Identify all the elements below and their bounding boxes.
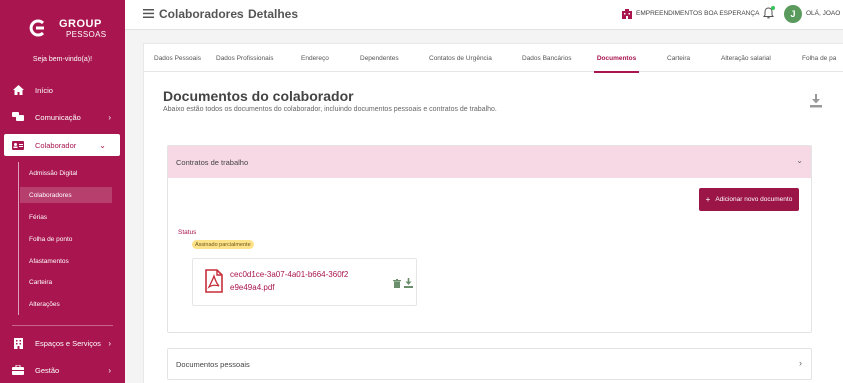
briefcase-icon (12, 364, 24, 376)
tab-documentos[interactable]: Documentos (594, 44, 639, 73)
tab-dados-bancarios[interactable]: Dados Bancários (522, 44, 572, 72)
company-building-icon (622, 9, 632, 19)
submenu-item-folha-ponto[interactable]: Folha de ponto (20, 231, 112, 247)
home-icon (12, 84, 24, 96)
notification-dot (771, 6, 775, 10)
sidebar-item-gestao[interactable]: Gestão › (0, 359, 125, 381)
download-icon[interactable] (404, 278, 413, 288)
page-title: Documentos do colaborador (163, 88, 354, 104)
breadcrumb-separator: › (236, 9, 240, 20)
submenu-item-carteira[interactable]: Carteira (20, 274, 112, 290)
tab-alteracao-salarial[interactable]: Alteração salarial (721, 44, 771, 72)
page-subtitle: Abaixo estão todos os documentos do cola… (163, 106, 497, 113)
submenu-item-colaboradores[interactable]: Colaboradores (20, 187, 112, 203)
tab-endereco[interactable]: Endereço (301, 44, 329, 72)
sidebar-item-inicio[interactable]: Início (0, 79, 125, 101)
accordion-contratos-header[interactable]: Contratos de trabalho ⌄ (168, 146, 811, 178)
sidebar-item-label: Comunicação (35, 112, 81, 122)
add-document-button[interactable]: + Adicionar novo documento (699, 188, 799, 211)
chevron-down-icon: ⌄ (99, 140, 106, 150)
submenu-item-ferias[interactable]: Férias (20, 209, 112, 225)
chevron-down-icon: ⌄ (796, 156, 803, 165)
accordion-title: Documentos pessoais (176, 360, 250, 369)
user-greeting[interactable]: OLÁ, JOAO (806, 10, 840, 17)
tab-dependentes[interactable]: Dependentes (360, 44, 399, 72)
topbar: Colaboradores › Detalhes EMPREENDIMENTOS… (125, 0, 843, 30)
submenu-item-alteracoes[interactable]: Alterações (20, 296, 112, 312)
logo[interactable]: GROUP PESSOAS (28, 16, 108, 44)
submenu-item-afastamentos[interactable]: Afastamentos (20, 253, 112, 269)
sidebar-item-colaborador[interactable]: Colaborador ⌄ (4, 134, 120, 156)
avatar[interactable]: J (784, 5, 802, 23)
accordion-title: Contratos de trabalho (176, 158, 249, 167)
sidebar-item-comunicacao[interactable]: Comunicação › (0, 106, 125, 128)
tab-carteira[interactable]: Carteira (667, 44, 690, 72)
content-card: Dados Pessoais Dados Profissionais Ender… (143, 43, 843, 383)
sidebar-item-label: Colaborador (35, 140, 77, 150)
file-card[interactable]: cec0d1ce-3a07-4a01-b664-360f2e9e49a4.pdf (192, 258, 417, 306)
breadcrumb-colaboradores[interactable]: Colaboradores (159, 7, 244, 21)
logo-group-text: GROUP (59, 18, 102, 30)
tab-contatos-urgencia[interactable]: Contatos de Urgência (429, 44, 492, 72)
hamburger-menu-icon[interactable] (143, 9, 154, 18)
plus-icon: + (705, 195, 711, 204)
logo-mark-icon (29, 19, 45, 37)
tab-folha-pagamento[interactable]: Folha de pa (802, 44, 836, 72)
sidebar-item-label: Início (35, 85, 53, 95)
accordion-pessoais[interactable]: Documentos pessoais › (167, 348, 812, 380)
company-selector[interactable]: EMPREENDIMENTOS BOA ESPERANÇA (636, 10, 759, 17)
chevron-right-icon: › (799, 358, 802, 368)
building-icon (12, 337, 24, 349)
tabs-bar: Dados Pessoais Dados Profissionais Ender… (144, 44, 843, 73)
submenu-line (18, 162, 19, 315)
sidebar-item-label: Gestão (35, 365, 60, 375)
breadcrumb-detalhes: Detalhes (248, 7, 299, 21)
chevron-right-icon: › (108, 365, 111, 375)
file-name-link[interactable]: cec0d1ce-3a07-4a01-b664-360f2e9e49a4.pdf (230, 268, 350, 294)
sidebar-item-label: Espaços e Serviços (35, 338, 101, 348)
sidebar: GROUP PESSOAS Seja bem-vindo(a)! Início … (0, 0, 125, 383)
pdf-file-icon (205, 269, 223, 293)
accordion-contratos: Contratos de trabalho ⌄ + Adicionar novo… (167, 145, 812, 333)
status-label: Status (178, 229, 197, 236)
download-all-icon[interactable] (809, 94, 823, 108)
chevron-right-icon: › (108, 112, 111, 122)
submenu-item-admissao[interactable]: Admissão Digital (20, 165, 112, 181)
chevron-right-icon: › (108, 338, 111, 348)
tab-dados-profissionais[interactable]: Dados Profissionais (216, 44, 273, 72)
logo-pessoas-text: PESSOAS (66, 30, 107, 39)
sidebar-item-espacos[interactable]: Espaços e Serviços › (0, 332, 125, 354)
tab-dados-pessoais[interactable]: Dados Pessoais (154, 44, 201, 72)
add-document-label: Adicionar novo documento (715, 196, 793, 203)
status-badge: Assinado parcialmente (192, 240, 254, 249)
sidebar-divider (12, 325, 113, 326)
welcome-message: Seja bem-vindo(a)! (32, 56, 93, 63)
id-card-icon (12, 139, 24, 151)
trash-icon[interactable] (393, 279, 401, 288)
chat-icon (12, 111, 24, 123)
